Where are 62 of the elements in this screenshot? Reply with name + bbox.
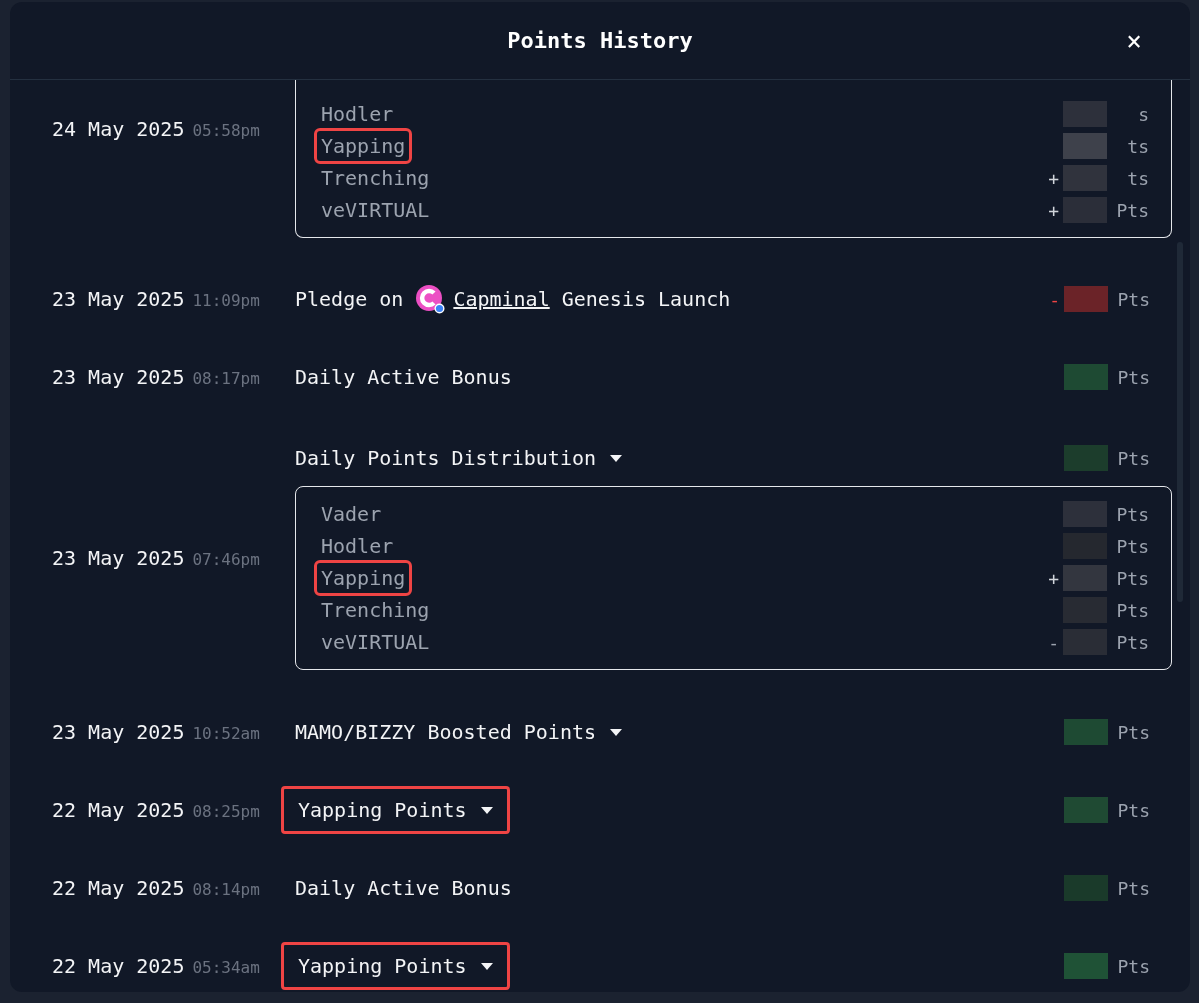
- entry-date: 22 May 2025: [52, 876, 185, 900]
- points-unit: Pts: [1116, 287, 1150, 312]
- breakdown-label: Hodler: [320, 533, 395, 560]
- breakdown-label: Yapping: [314, 128, 413, 164]
- amount-sign: -: [1048, 630, 1059, 655]
- points-unit: Pts: [1115, 630, 1149, 655]
- caret-icon[interactable]: [480, 962, 493, 970]
- entry-title: Daily Points Distribution: [295, 445, 597, 471]
- breakdown-label: veVIRTUAL: [320, 629, 431, 656]
- entry-date: 23 May 2025: [52, 287, 185, 311]
- caret-icon[interactable]: [480, 806, 493, 814]
- entry-date: 22 May 2025: [52, 798, 185, 822]
- amount-sign: +: [1048, 566, 1059, 591]
- entry-title: Yapping Points: [298, 953, 467, 979]
- entry-time: 10:52am: [192, 724, 260, 743]
- breakdown-label: Trenching: [320, 597, 431, 624]
- close-button[interactable]: ×: [1122, 26, 1146, 56]
- token-logo-icon: [415, 284, 446, 314]
- points-unit: s: [1137, 102, 1149, 127]
- points-unit: ts: [1126, 134, 1149, 159]
- caret-icon[interactable]: [610, 454, 623, 462]
- points-unit: Pts: [1115, 598, 1149, 623]
- breakdown-label: veVIRTUAL: [320, 197, 431, 224]
- points-unit: Pts: [1115, 502, 1149, 527]
- points-unit: Pts: [1116, 720, 1150, 745]
- entry-title: MAMO/BIZZY Boosted Points: [295, 719, 597, 745]
- points-unit: Pts: [1115, 566, 1149, 591]
- entry-title: Pledge on: [295, 286, 404, 312]
- entry-date: 23 May 2025: [52, 720, 185, 744]
- points-unit: Pts: [1116, 365, 1150, 390]
- entry-time: 05:34am: [192, 958, 260, 977]
- entry-date: 22 May 2025: [52, 954, 185, 978]
- points-unit: Pts: [1115, 534, 1149, 559]
- points-unit: Pts: [1116, 954, 1150, 979]
- entry-title: Genesis Launch: [561, 286, 731, 312]
- token-link[interactable]: Capminal: [453, 284, 550, 314]
- points-unit: Pts: [1116, 446, 1150, 471]
- entry-time: 05:58pm: [192, 121, 260, 140]
- amount-sign: +: [1048, 166, 1059, 191]
- entry-time: 07:46pm: [192, 549, 260, 569]
- points-unit: Pts: [1116, 876, 1150, 901]
- entry-title: Daily Active Bonus: [295, 875, 512, 901]
- entry-date: 23 May 2025: [52, 545, 185, 570]
- entry-time: 11:09pm: [192, 291, 260, 310]
- points-unit: Pts: [1116, 798, 1150, 823]
- breakdown-label: Trenching: [320, 165, 431, 192]
- entry-title: Daily Active Bonus: [295, 364, 512, 390]
- entry-date: 23 May 2025: [52, 365, 185, 389]
- breakdown-label: Vader: [320, 501, 383, 528]
- breakdown-label: Yapping: [314, 560, 413, 596]
- entry-date: 24 May 2025: [52, 117, 185, 141]
- points-unit: Pts: [1115, 198, 1149, 223]
- points-unit: ts: [1126, 166, 1149, 191]
- dialog-title: Points History: [507, 27, 693, 55]
- amount-sign: +: [1048, 198, 1059, 223]
- caret-icon[interactable]: [610, 728, 623, 736]
- entry-time: 08:25pm: [192, 802, 260, 821]
- entry-title: Yapping Points: [298, 797, 467, 823]
- entry-time: 08:17pm: [192, 369, 260, 388]
- breakdown-label: Hodler: [320, 101, 395, 128]
- amount-sign: -: [1049, 287, 1060, 312]
- entry-time: 08:14pm: [192, 880, 260, 899]
